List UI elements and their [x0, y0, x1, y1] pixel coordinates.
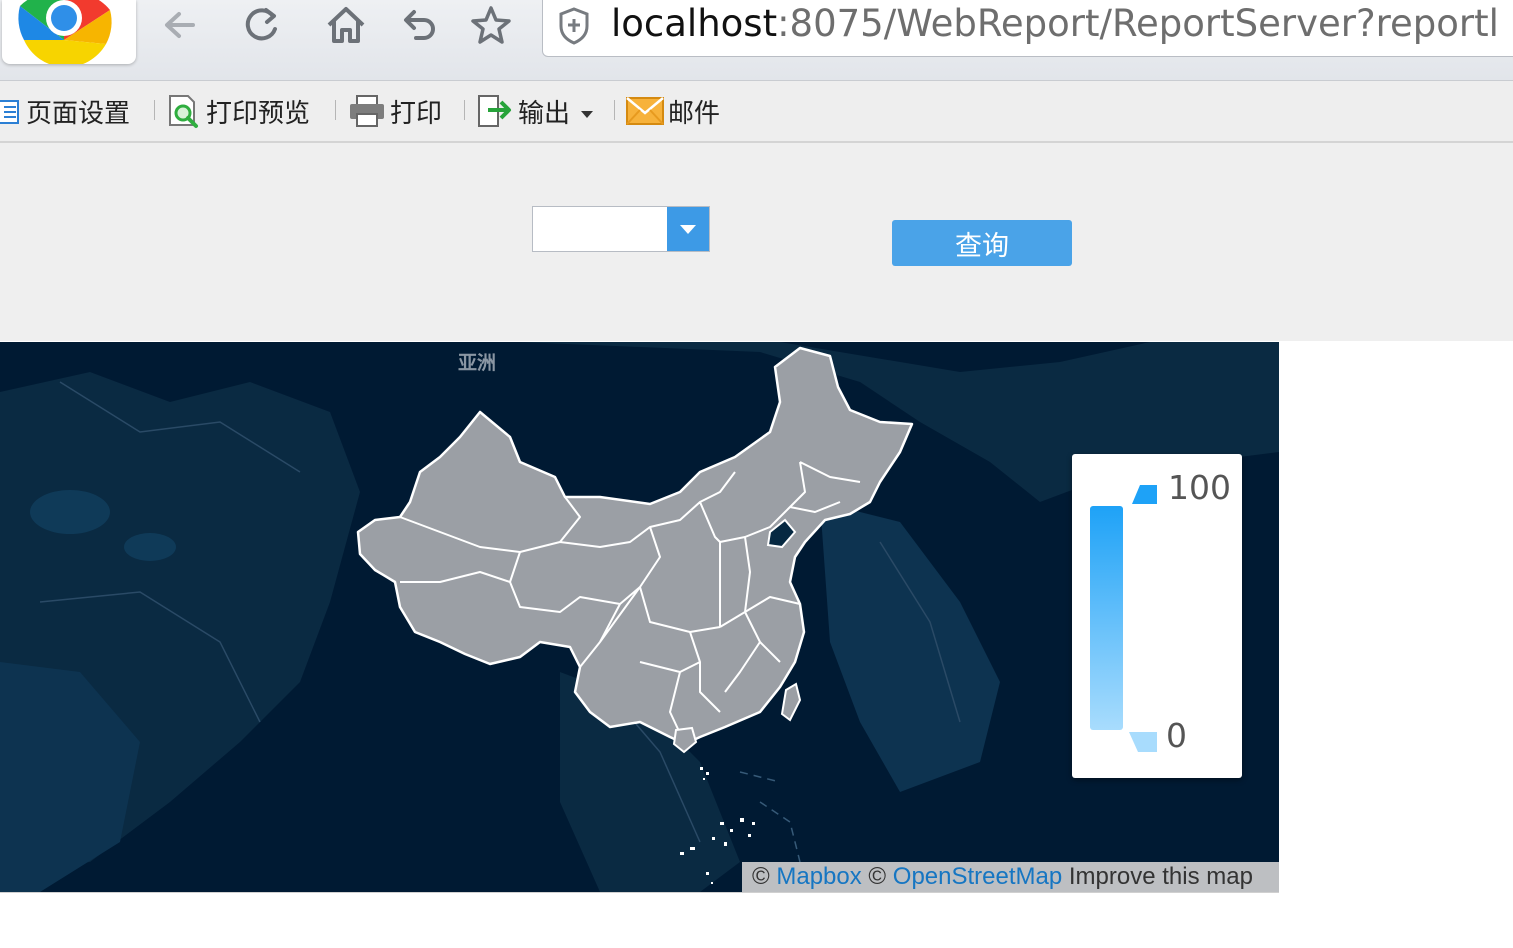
- browser-logo-icon: [18, 0, 112, 68]
- export-label: 输出: [518, 98, 571, 129]
- query-button[interactable]: 查询: [892, 220, 1072, 266]
- home-button[interactable]: [323, 2, 369, 48]
- back-button[interactable]: [156, 2, 202, 48]
- maritime-boundary: [739, 771, 801, 863]
- openstreetmap-link[interactable]: OpenStreetMap: [893, 863, 1062, 890]
- basemap-lake: [30, 490, 110, 534]
- browser-logo[interactable]: [2, 0, 136, 68]
- print-preview-label: 打印预览: [206, 98, 311, 129]
- url-path: :8075/WebReport/ReportServer?reportl: [777, 2, 1499, 45]
- combobox-dropdown-button[interactable]: [667, 207, 709, 251]
- security-shield-icon: [559, 7, 589, 45]
- toolbar-separator: [464, 100, 465, 120]
- attribution-copyright: ©: [752, 863, 770, 890]
- print-preview-icon: [166, 93, 202, 129]
- legend-gradient-bar: [1090, 506, 1123, 730]
- address-bar[interactable]: localhost:8075/WebReport/ReportServer?re…: [542, 0, 1513, 57]
- taiwan-region[interactable]: [780, 682, 802, 722]
- legend-min-handle[interactable]: [1126, 730, 1160, 754]
- page-setup-label: 页面设置: [26, 98, 131, 129]
- mail-icon: [626, 96, 664, 126]
- export-icon: [476, 92, 514, 130]
- page-setup-button[interactable]: 页面设置: [0, 91, 130, 131]
- color-range-legend[interactable]: 100 0: [1072, 454, 1242, 778]
- page-setup-icon: [0, 97, 22, 125]
- print-button[interactable]: 打印: [348, 91, 442, 131]
- home-icon: [327, 7, 365, 43]
- map-attribution: © Mapbox © OpenStreetMap Improve this ma…: [742, 862, 1279, 892]
- basemap-land: [820, 502, 1000, 792]
- undo-close-tab-button[interactable]: [396, 2, 442, 48]
- refresh-button[interactable]: [238, 2, 284, 48]
- mail-label: 邮件: [668, 98, 721, 129]
- chevron-down-icon: [680, 225, 696, 234]
- continent-label: 亚洲: [458, 352, 497, 374]
- parameter-combobox-input[interactable]: [533, 207, 667, 251]
- undo-icon: [404, 10, 435, 40]
- toolbar-separator: [614, 100, 615, 120]
- bookmark-button[interactable]: [468, 2, 514, 48]
- export-button[interactable]: 输出: [476, 91, 594, 131]
- parameter-combobox[interactable]: [532, 206, 710, 252]
- print-label: 打印: [390, 98, 443, 129]
- mapbox-link[interactable]: Mapbox: [776, 863, 861, 890]
- back-arrow-icon: [165, 12, 195, 38]
- url-host: localhost: [611, 2, 778, 45]
- parameter-pane: [0, 143, 1513, 341]
- legend-max-handle[interactable]: [1126, 482, 1160, 506]
- printer-icon: [348, 94, 386, 128]
- star-icon: [471, 6, 511, 44]
- legend-min-label: 0: [1166, 716, 1187, 755]
- browser-toolbar: localhost:8075/WebReport/ReportServer?re…: [0, 0, 1513, 81]
- refresh-icon: [245, 8, 277, 41]
- attribution-copyright: ©: [868, 863, 887, 890]
- improve-map-link[interactable]: Improve this map: [1069, 863, 1253, 890]
- mail-button[interactable]: 邮件: [626, 91, 720, 131]
- export-dropdown-caret-icon[interactable]: [580, 96, 594, 126]
- basemap-lake: [124, 533, 176, 561]
- toolbar-separator: [154, 100, 155, 120]
- legend-max-label: 100: [1168, 468, 1231, 507]
- url-text[interactable]: localhost:8075/WebReport/ReportServer?re…: [611, 2, 1499, 46]
- toolbar-separator: [335, 100, 336, 120]
- print-preview-button[interactable]: 打印预览: [166, 91, 310, 131]
- china-map[interactable]: 亚洲 100 0 © Mapbox © OpenStreetMap Improv…: [0, 342, 1279, 893]
